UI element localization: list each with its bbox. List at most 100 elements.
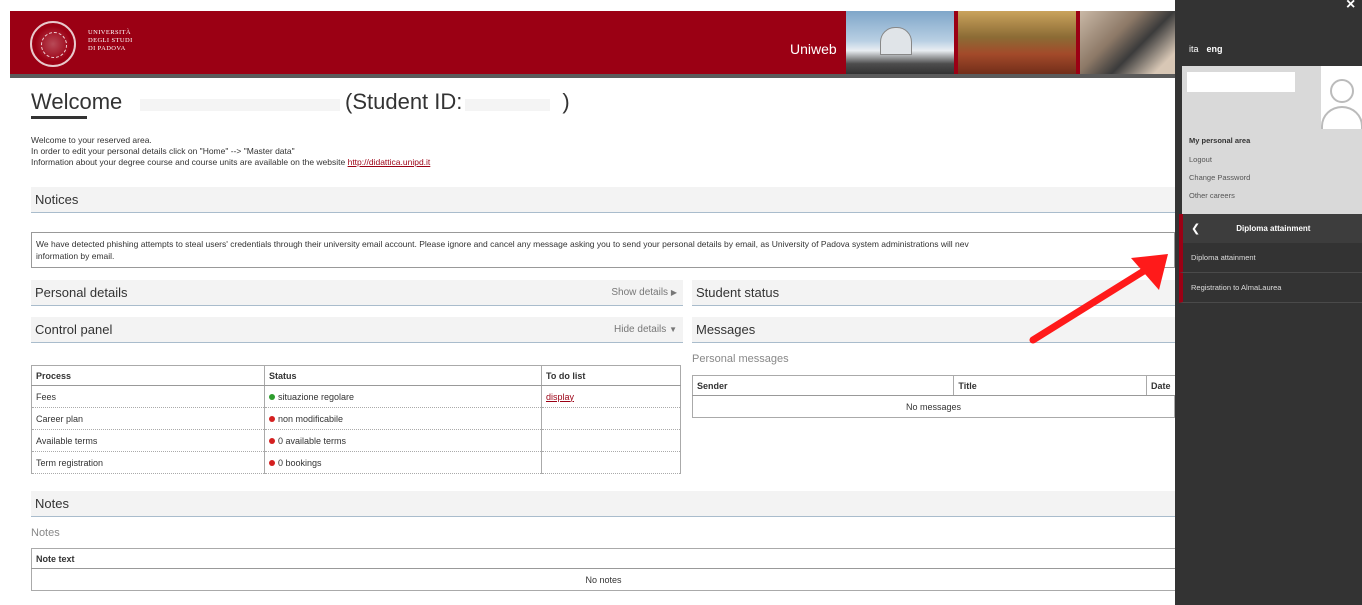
other-careers-link[interactable]: Other careers: [1189, 191, 1235, 200]
university-name: Università degli Studi di Padova: [88, 29, 133, 53]
notes-header: Notes: [31, 491, 1175, 517]
header-photo-aula: [958, 11, 1076, 77]
university-name-line-2: degli Studi: [88, 37, 133, 44]
process-cell: Available terms: [31, 429, 265, 452]
notices-header: Notices: [31, 187, 1175, 213]
close-icon[interactable]: ×: [1346, 0, 1355, 14]
notes-table: Note text No notes: [31, 548, 1175, 591]
avatar: [1321, 66, 1362, 129]
notes-subtitle: Notes: [31, 527, 60, 539]
col-todo: To do list: [541, 365, 681, 386]
show-details-toggle[interactable]: Show details ▶: [611, 287, 677, 298]
menu-item-diploma-attainment[interactable]: Diploma attainment: [1179, 243, 1362, 273]
menu-title: Diploma attainment: [1236, 224, 1311, 233]
control-panel-title: Control panel: [35, 322, 113, 337]
status-cell: situazione regolare: [264, 385, 542, 408]
col-note-text: Note text: [31, 548, 1175, 569]
student-id-text: (Student ID:: [345, 89, 463, 114]
display-link[interactable]: display: [546, 392, 574, 402]
process-cell: Term registration: [31, 451, 265, 474]
table-header-row: Process Status To do list: [31, 365, 681, 386]
user-name-redacted: [1187, 72, 1295, 92]
table-row: Career plan non modificabile: [31, 407, 681, 430]
todo-cell: [541, 451, 681, 474]
student-id-close: ): [562, 89, 570, 114]
menu-item-label: Diploma attainment: [1191, 253, 1256, 262]
personal-details-header[interactable]: Personal details Show details ▶: [31, 280, 683, 306]
personal-details-title: Personal details: [35, 285, 128, 300]
status-blocked-icon: [269, 416, 275, 423]
personal-messages-label: Personal messages: [692, 353, 789, 365]
status-blocked-icon: [269, 460, 275, 467]
page-title: Welcome: [31, 89, 123, 114]
student-name-redacted: [140, 99, 340, 111]
header-photo-observatory: [846, 11, 954, 77]
status-ok-icon: [269, 394, 275, 401]
status-cell: 0 available terms: [264, 429, 542, 452]
caret-down-icon: ▼: [669, 325, 677, 334]
status-text: 0 available terms: [278, 435, 347, 446]
arrow-shaft: [1029, 260, 1159, 344]
menu-back-button[interactable]: ❮ Diploma attainment: [1179, 214, 1362, 243]
university-logo[interactable]: [30, 17, 94, 71]
notices-title: Notices: [35, 192, 79, 207]
app-name: Uniweb: [790, 41, 837, 57]
control-panel-table: Process Status To do list Fees situazion…: [31, 365, 681, 474]
notes-title: Notes: [35, 496, 69, 511]
col-title: Title: [953, 375, 1147, 396]
col-process: Process: [31, 365, 265, 386]
no-messages: No messages: [692, 395, 1175, 418]
status-cell: 0 bookings: [264, 451, 542, 474]
header-divider: [10, 74, 1175, 78]
language-switcher: ita eng: [1189, 44, 1223, 54]
no-notes: No notes: [31, 568, 1175, 591]
student-status-title: Student status: [696, 285, 780, 300]
table-row: No notes: [31, 568, 1175, 591]
title-underline: [31, 116, 87, 119]
process-cell: Career plan: [31, 407, 265, 430]
student-id-redacted: [465, 99, 550, 111]
status-blocked-icon: [269, 438, 275, 445]
welcome-intro: Welcome to your reserved area. In order …: [31, 135, 430, 168]
red-arrow-annotation: [1029, 254, 1168, 344]
change-password-link[interactable]: Change Password: [1189, 173, 1250, 182]
university-name-line-3: di Padova: [88, 45, 126, 52]
col-sender: Sender: [691, 375, 955, 396]
hide-details-toggle[interactable]: Hide details ▼: [614, 324, 677, 335]
show-details-label: Show details: [611, 287, 669, 298]
todo-cell: [541, 407, 681, 430]
intro-line-3: Information about your degree course and…: [31, 157, 430, 168]
notice-text: We have detected phishing attempts to st…: [36, 239, 969, 249]
todo-cell: display: [541, 385, 681, 408]
intro-line-1: Welcome to your reserved area.: [31, 135, 152, 145]
control-panel-header[interactable]: Control panel Hide details ▼: [31, 317, 683, 343]
status-cell: non modificabile: [264, 407, 542, 430]
menu-item-almalaurea[interactable]: Registration to AlmaLaurea: [1179, 273, 1362, 303]
intro-line-3-text: Information about your degree course and…: [31, 157, 348, 167]
university-seal-icon: [30, 21, 76, 67]
header-photo-microscope: [1080, 11, 1185, 77]
table-row: Term registration 0 bookings: [31, 451, 681, 474]
hide-details-label: Hide details: [614, 324, 667, 335]
process-cell: Fees: [31, 385, 265, 408]
table-row: Available terms 0 available terms: [31, 429, 681, 452]
didattica-link[interactable]: http://didattica.unipd.it: [348, 157, 431, 167]
status-text: non modificabile: [278, 413, 344, 424]
caret-right-icon: ▶: [670, 288, 677, 297]
intro-line-2: In order to edit your personal details c…: [31, 146, 295, 156]
messages-table: Sender Title Date No messages: [691, 375, 1175, 418]
status-text: 0 bookings: [278, 457, 322, 468]
table-header-row: Sender Title Date: [691, 375, 1175, 396]
user-body-icon: [1321, 106, 1362, 129]
chevron-left-icon: ❮: [1191, 223, 1201, 235]
table-row: Fees situazione regolare display: [31, 385, 681, 408]
university-name-line-1: Università: [88, 29, 131, 36]
lang-eng[interactable]: eng: [1207, 44, 1223, 54]
lang-ita[interactable]: ita: [1189, 44, 1199, 54]
phishing-notice: We have detected phishing attempts to st…: [31, 232, 1175, 268]
my-personal-area[interactable]: My personal area: [1189, 136, 1250, 145]
messages-title: Messages: [696, 322, 756, 337]
notice-text-2: information by email.: [36, 251, 115, 261]
col-date: Date: [1145, 375, 1175, 396]
logout-link[interactable]: Logout: [1189, 155, 1212, 164]
